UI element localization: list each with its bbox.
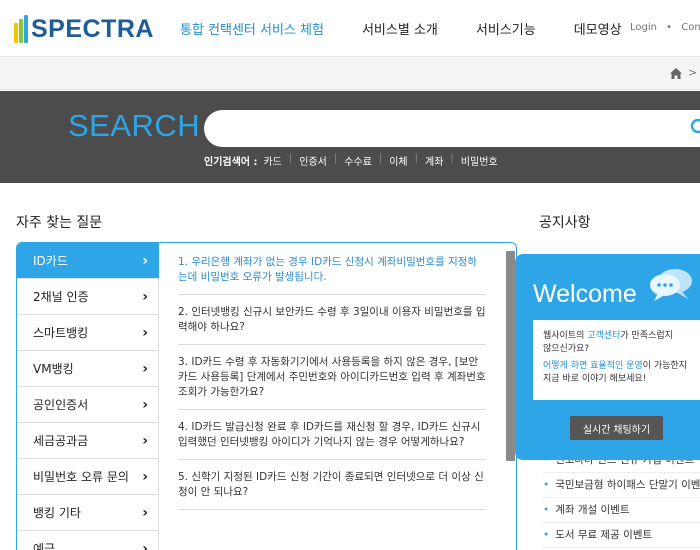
faq-category-label: 세금공과금 xyxy=(33,434,89,448)
keyword-link[interactable]: 인증서 xyxy=(299,153,327,168)
chevron-right-icon: › xyxy=(142,324,148,341)
faq-category-smart-banking[interactable]: 스마트뱅킹 › xyxy=(17,315,159,351)
faq-category-certificate[interactable]: 공인인증서 › xyxy=(17,387,159,423)
welcome-line-1: 웹사이트의 고객센터가 만족스럽지 xyxy=(543,331,673,341)
notice-item[interactable]: 도서 무료 제공 이벤트 xyxy=(543,523,700,548)
keyword-divider: | xyxy=(333,153,338,164)
keyword-divider: | xyxy=(414,153,419,164)
login-link[interactable]: Login xyxy=(630,22,657,33)
popular-keywords-label: 인기검색어 : xyxy=(204,157,258,168)
faq-category-label: 비밀번호 오류 문의 xyxy=(33,470,129,484)
notice-title: 공지사항 xyxy=(539,215,591,231)
chevron-right-icon: › xyxy=(142,468,148,485)
faq-question[interactable]: 1. 우리은행 계좌가 없는 경우 ID카드 신청시 계좌비밀번호를 지정하는데… xyxy=(178,255,486,295)
chat-bubble-icon xyxy=(650,269,692,301)
keyword-link[interactable]: 이체 xyxy=(389,153,407,168)
faq-category-label: ID카드 xyxy=(33,254,68,268)
chevron-right-icon: › xyxy=(142,360,148,377)
search-icon[interactable] xyxy=(690,118,700,136)
popular-keywords: 인기검색어 : 카드 | 인증서 | 수수료 | 이체 | 계좌 | 비밀번호 xyxy=(204,153,498,168)
nav-item-service-intro[interactable]: 서비스별 소개 xyxy=(362,19,438,38)
nav-item-demo-video[interactable]: 데모영상 xyxy=(574,19,622,38)
faq-category-label: VM뱅킹 xyxy=(33,362,74,376)
faq-category-label: 예금 xyxy=(33,542,56,550)
welcome-chat-popup: Welcome 웹사이트의 고객센터가 만족스럽지 않으신가요? 어떻게 하면 … xyxy=(515,254,700,460)
chevron-right-icon: › xyxy=(142,432,148,449)
nav-item-contact-center-trial[interactable]: 통합 컨택센터 서비스 체험 xyxy=(180,19,324,38)
faq-category-label: 스마트뱅킹 xyxy=(33,326,89,340)
faq-question[interactable]: 4. ID카드 발급신청 완료 후 ID카드를 재신청 할 경우, ID카드 신… xyxy=(178,420,486,460)
spectra-logo[interactable]: SPECTRA xyxy=(14,13,154,45)
faq-category-vm-banking[interactable]: VM뱅킹 › xyxy=(17,351,159,387)
breadcrumb-arrow-icon: > xyxy=(688,66,698,79)
notice-list: 신고마다 펀드 신규 가입 이벤트 국민보금형 하이패스 단말기 이벤 계좌 개… xyxy=(543,448,700,548)
faq-panel: ID카드 › 2채널 인증 › 스마트뱅킹 › VM뱅킹 › 공인인증서 › 세… xyxy=(16,242,517,550)
welcome-line-2: 않으신가요? xyxy=(543,344,590,354)
welcome-line-3: 어떻게 하면 효율적인 운영이 가능한지 xyxy=(543,361,687,371)
notice-item[interactable]: 계좌 개설 이벤트 xyxy=(543,498,700,523)
chevron-right-icon: › xyxy=(142,252,148,269)
search-title: SEARCH xyxy=(68,108,201,143)
faq-scrollbar[interactable] xyxy=(506,251,515,461)
faq-category-id-card[interactable]: ID카드 › xyxy=(17,243,159,279)
welcome-message: 웹사이트의 고객센터가 만족스럽지 않으신가요? 어떻게 하면 효율적인 운영이… xyxy=(533,320,700,400)
welcome-title: Welcome xyxy=(533,280,637,308)
faq-question[interactable]: 2. 인터넷뱅킹 신규시 보안카드 수령 후 3일이내 이용자 비밀번호를 입력… xyxy=(178,305,486,345)
search-section: SEARCH 인기검색어 : 카드 | 인증서 | 수수료 | 이체 | 계좌 … xyxy=(0,91,700,183)
faq-question[interactable]: 3. ID카드 수령 후 자동화기기에서 사용등록을 하지 않은 경우, [보안… xyxy=(178,355,486,410)
chevron-right-icon: › xyxy=(142,504,148,521)
main-nav: 통합 컨택센터 서비스 체험 서비스별 소개 서비스기능 데모영상 xyxy=(180,0,660,57)
home-icon[interactable] xyxy=(670,68,682,79)
keyword-divider: | xyxy=(450,153,454,164)
dot-separator: • xyxy=(666,22,673,33)
faq-category-banking-etc[interactable]: 뱅킹 기타 › xyxy=(17,495,159,531)
faq-category-deposit[interactable]: 예금 › xyxy=(17,531,159,550)
notice-item[interactable]: 국민보금형 하이패스 단말기 이벤 xyxy=(543,473,700,498)
chevron-right-icon: › xyxy=(142,396,148,413)
breadcrumb: > xyxy=(0,58,700,90)
keyword-divider: | xyxy=(288,153,293,164)
faq-category-label: 공인인증서 xyxy=(33,398,89,412)
faq-category-label: 2채널 인증 xyxy=(33,290,89,304)
keyword-link[interactable]: 수수료 xyxy=(344,153,372,168)
faq-question[interactable]: 5. 신학기 지정된 ID카드 신청 기간이 종료되면 인터넷으로 더 이상 신… xyxy=(178,470,486,510)
faq-scrollbar-thumb[interactable] xyxy=(506,251,515,461)
welcome-line-4: 지금 바로 이야기 해보세요! xyxy=(543,374,647,384)
logo-bars-icon xyxy=(14,15,29,43)
faq-category-tax-utilities[interactable]: 세금공과금 › xyxy=(17,423,159,459)
chevron-right-icon: › xyxy=(142,288,148,305)
top-header: SPECTRA 통합 컨택센터 서비스 체험 서비스별 소개 서비스기능 데모영… xyxy=(0,0,700,57)
chevron-right-icon: › xyxy=(142,540,148,550)
keyword-link[interactable]: 카드 xyxy=(263,153,281,168)
keyword-link[interactable]: 비밀번호 xyxy=(461,153,498,168)
faq-category-label: 뱅킹 기타 xyxy=(33,506,81,520)
keyword-link[interactable]: 계좌 xyxy=(425,153,443,168)
faq-category-2-channel-auth[interactable]: 2채널 인증 › xyxy=(17,279,159,315)
faq-question-list: 1. 우리은행 계좌가 없는 경우 ID카드 신청시 계좌비밀번호를 지정하는데… xyxy=(178,255,486,520)
live-chat-button[interactable]: 실시간 채팅하기 xyxy=(570,416,663,440)
faq-category-list: ID카드 › 2채널 인증 › 스마트뱅킹 › VM뱅킹 › 공인인증서 › 세… xyxy=(17,243,159,550)
company-link[interactable]: Compa xyxy=(681,22,700,33)
logo-text: SPECTRA xyxy=(31,14,154,43)
keyword-divider: | xyxy=(378,153,383,164)
top-links: Login • Compa xyxy=(630,22,700,33)
nav-item-service-features[interactable]: 서비스기능 xyxy=(476,19,536,38)
faq-title: 자주 찾는 질문 xyxy=(16,215,103,231)
faq-category-password-error[interactable]: 비밀번호 오류 문의 › xyxy=(17,459,159,495)
search-input[interactable] xyxy=(204,110,700,147)
